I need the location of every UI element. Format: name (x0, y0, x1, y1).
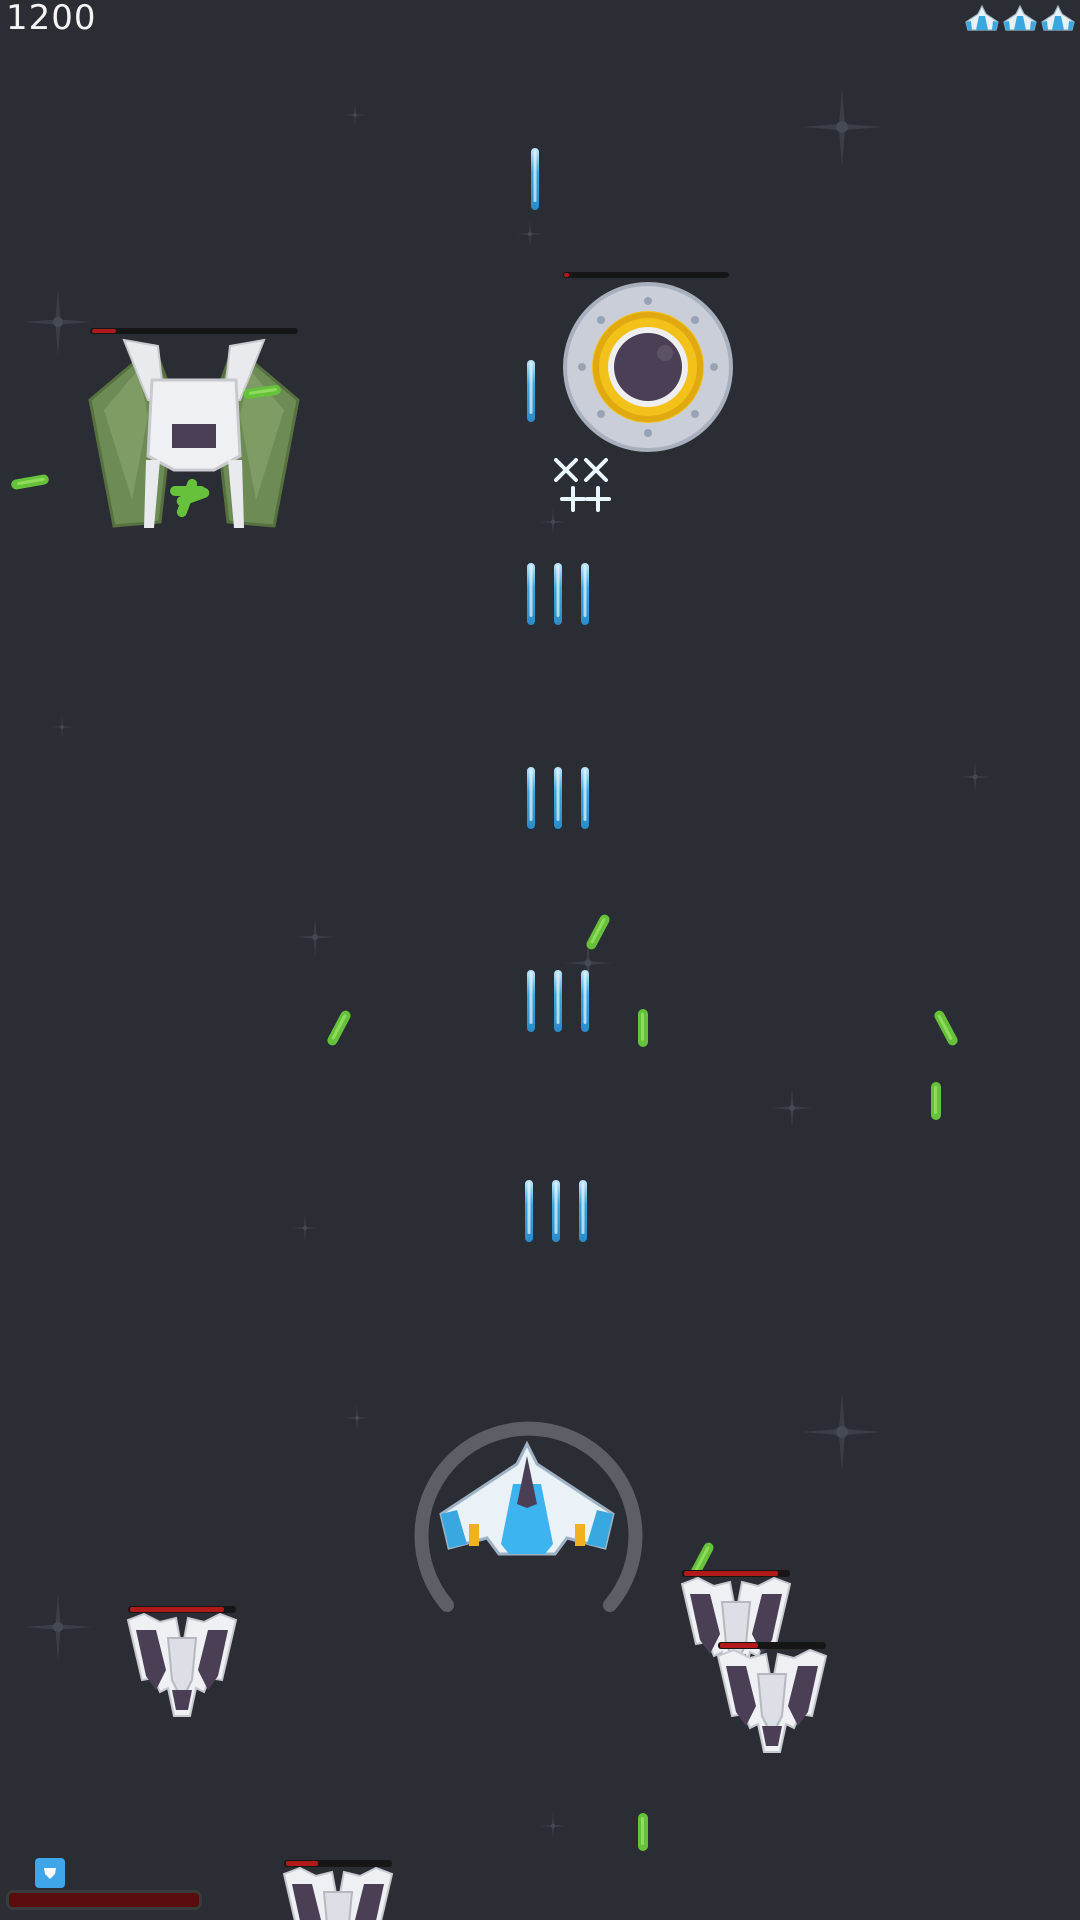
enemy-health-fill (564, 273, 569, 277)
score-counter: 1200 (6, 0, 97, 38)
enemy-interceptor-left[interactable] (127, 1606, 237, 1717)
game-stage (10, 87, 991, 1920)
enemy-laser-cluster (170, 478, 210, 518)
hit-sparks (554, 458, 611, 512)
life-ship-icon (1041, 4, 1075, 31)
lives-indicator (964, 4, 1076, 32)
game-screen[interactable]: 1200 (0, 0, 1080, 1920)
player-ship[interactable] (414, 1421, 643, 1612)
enemy-interceptor-right-b[interactable] (717, 1642, 827, 1753)
shield-icon (44, 1868, 56, 1879)
enemy-orbital-saucer[interactable] (563, 272, 733, 452)
enemy-interceptor-bottom[interactable] (283, 1860, 393, 1920)
background-stars (24, 87, 991, 1840)
shield-powerup-button[interactable] (35, 1858, 65, 1888)
enemy-green-mothership[interactable] (88, 328, 300, 528)
power-bar-fill (9, 1893, 199, 1907)
enemy-health-track (563, 272, 729, 278)
life-ship-icon (1003, 4, 1037, 31)
power-bar (6, 1890, 202, 1910)
enemy-health-track (90, 328, 298, 334)
enemy-health-fill (92, 329, 116, 333)
player-lasers (525, 148, 589, 1242)
life-ship-icon (965, 4, 999, 31)
